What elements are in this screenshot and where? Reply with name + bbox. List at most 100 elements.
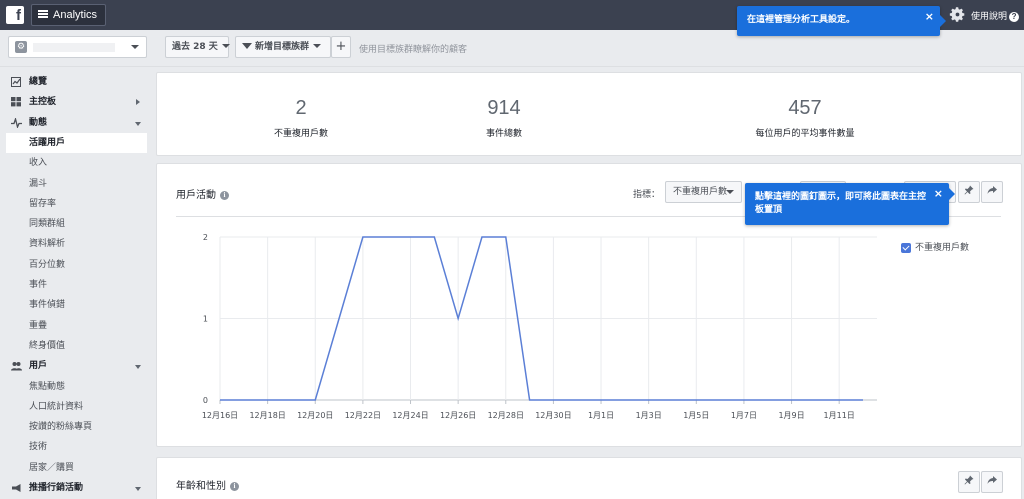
chevron-down-icon (131, 45, 139, 49)
help-label: 使用說明 (971, 12, 1008, 22)
checkbox-checked-icon[interactable] (901, 242, 911, 253)
sidebar-item[interactable]: 活躍用戶 (6, 132, 147, 153)
chevron-down-icon (313, 43, 322, 48)
x-tick-label: 1月7日 (731, 411, 757, 420)
x-tick-label: 12月30日 (535, 411, 571, 420)
sidebar-item-label: 按讚的粉絲專頁 (29, 422, 93, 433)
share-glyph (987, 476, 997, 484)
app-name: Analytics (53, 9, 98, 21)
sidebar-item-label: 資料解析 (29, 239, 66, 250)
sidebar-item[interactable]: 同類群組 (0, 214, 150, 234)
divider (0, 66, 1024, 67)
help-link[interactable]: 使用說明? (971, 9, 1020, 22)
sidebar-item[interactable]: 人口統計資料 (0, 397, 150, 417)
pin-glyph (964, 475, 974, 485)
add-button[interactable]: + (331, 36, 351, 58)
summary-card: 2 不重複用戶數 914 事件總數 457 每位用戶的平均事件數量 (156, 72, 1022, 156)
sidebar-item-label: 同類群組 (29, 219, 66, 230)
sidebar-item[interactable]: 居家／購買 (0, 458, 150, 478)
app-selector-dropdown[interactable]: ⚙ (8, 36, 147, 58)
gear-icon[interactable] (949, 6, 966, 23)
grid-icon (11, 97, 21, 107)
megaphone-icon (12, 484, 21, 492)
sidebar-item-label: 技術 (29, 442, 48, 453)
stat-label: 事件總數 (485, 129, 522, 139)
sidebar-item[interactable]: 用戶 (0, 356, 150, 376)
chevron-down-icon (135, 121, 141, 126)
age-gender-title: 年齡和性別 (176, 481, 226, 492)
add-segment-button[interactable]: 新增目標族群 (235, 36, 331, 58)
sidebar-item[interactable]: 資料解析 (0, 234, 150, 254)
share-icon[interactable] (981, 471, 1003, 493)
sidebar-item[interactable]: 動態 (0, 113, 150, 133)
x-tick-label: 1月1日 (588, 411, 614, 420)
pin-icon[interactable] (958, 471, 980, 493)
funnel-icon (242, 42, 252, 49)
y-tick-label: 1 (203, 315, 208, 324)
chevron-down-icon (135, 487, 141, 491)
help-icon: ? (1009, 12, 1020, 22)
sidebar-item[interactable]: 百分位數 (0, 255, 150, 275)
sidebar-item[interactable]: 事件 (0, 275, 150, 295)
app-name-redacted (33, 43, 115, 52)
sidebar-item-label: 主控板 (29, 97, 57, 108)
stat-value: 914 (487, 97, 521, 119)
x-tick-label: 1月5日 (683, 411, 709, 420)
settings-tooltip-text: 在這裡管理分析工具設定。 (747, 15, 856, 25)
chevron-right-icon (136, 99, 140, 106)
sidebar-item-label: 總覽 (29, 77, 48, 87)
age-gender-card: 年齡和性別 i (156, 457, 1022, 499)
sidebar-item-label: 漏斗 (29, 178, 48, 189)
facebook-logo-icon[interactable]: f (6, 6, 24, 24)
sidebar-item[interactable]: 主控板 (0, 92, 150, 112)
x-tick-label: 1月9日 (778, 411, 804, 420)
app-switcher-button[interactable]: Analytics (31, 4, 107, 26)
date-range-label: 過去 28 天 (172, 42, 218, 52)
activity-icon (11, 117, 22, 128)
stat-label: 每位用戶的平均事件數量 (755, 129, 855, 139)
sidebar-item-label: 事件偵錯 (29, 300, 66, 311)
sidebar-item-label: 收入 (29, 158, 48, 169)
sidebar-item[interactable]: 重疊 (0, 316, 150, 336)
sidebar-item-label: 用戶 (29, 361, 48, 372)
add-segment-label: 新增目標族群 (255, 42, 310, 52)
x-tick-label: 1月11日 (824, 411, 855, 420)
sidebar-item-label: 事件 (29, 280, 48, 290)
sidebar-item-label: 人口統計資料 (29, 401, 84, 412)
app-icon: ⚙ (15, 41, 27, 53)
chevron-down-icon (221, 43, 230, 48)
sidebar-item[interactable]: 漏斗 (0, 174, 150, 194)
x-tick-label: 12月28日 (488, 411, 524, 420)
sidebar-item-label: 重疊 (29, 320, 48, 331)
sidebar-item[interactable]: 焦點動態 (0, 377, 150, 397)
chevron-down-icon (135, 365, 141, 370)
segment-hint: 使用目標族群瞭解你的顧客 (359, 45, 468, 55)
sidebar-item-label: 終身價值 (29, 340, 66, 351)
card-title: 年齡和性別 i (176, 477, 239, 492)
sidebar-item[interactable]: 終身價值 (0, 336, 150, 356)
sidebar-item[interactable]: 事件偵錯 (0, 295, 150, 315)
sidebar-item-label: 居家／購買 (29, 462, 75, 473)
sidebar-item-label: 焦點動態 (29, 381, 66, 392)
legend-series-label: 不重複用戶數 (915, 243, 970, 253)
close-icon[interactable]: × (925, 10, 934, 23)
hamburger-icon (38, 10, 48, 19)
sidebar-item[interactable]: 總覽 (0, 72, 150, 92)
x-tick-label: 12月24日 (392, 411, 428, 420)
x-tick-label: 1月3日 (636, 411, 662, 420)
sidebar-item[interactable]: 推播行銷活動 (0, 478, 150, 498)
sidebar-item[interactable]: 留存率 (0, 194, 150, 214)
x-tick-label: 12月16日 (202, 411, 238, 420)
pin-tooltip: 點擊這裡的圖釘圖示，即可將此圖表在主控板置頂 × (745, 183, 955, 225)
info-icon[interactable]: i (230, 481, 239, 491)
close-icon[interactable]: × (934, 187, 943, 200)
y-tick-label: 0 (203, 396, 208, 405)
sidebar-item-label: 留存率 (29, 198, 57, 209)
chart-legend[interactable]: 不重複用戶數 (901, 240, 969, 253)
sidebar-item-label: 推播行銷活動 (29, 483, 84, 493)
sidebar-item[interactable]: 技術 (0, 437, 150, 457)
x-tick-label: 12月18日 (249, 411, 285, 420)
date-range-button[interactable]: 過去 28 天 (165, 36, 230, 58)
sidebar-item[interactable]: 按讚的粉絲專頁 (0, 417, 150, 437)
sidebar-item[interactable]: 收入 (0, 153, 150, 173)
